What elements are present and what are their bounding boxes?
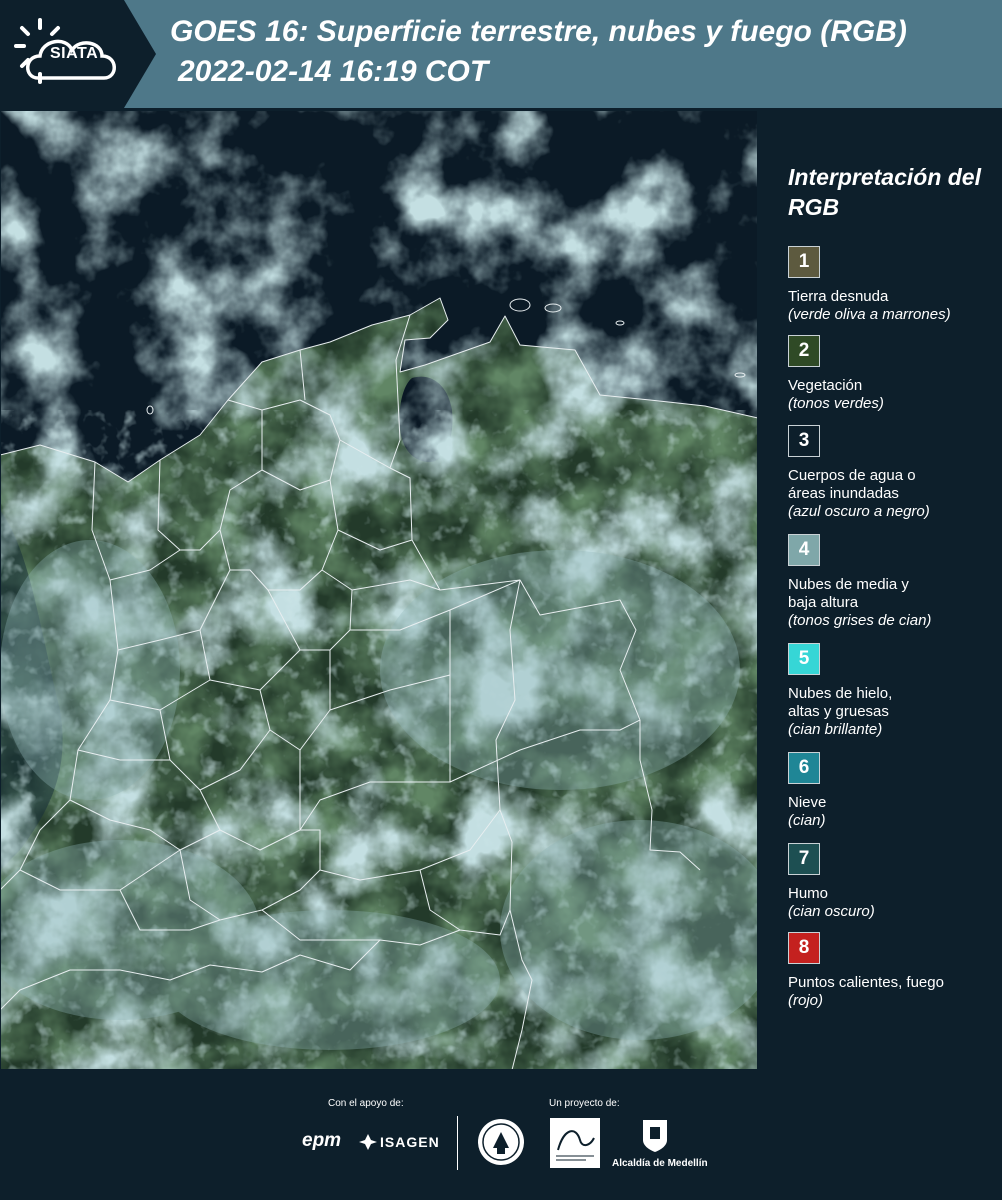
legend-note: (rojo) — [788, 992, 824, 1009]
legend-note: (cian brillante) — [788, 721, 883, 738]
legend-item-snow: 6 Nieve (cian) — [788, 752, 998, 830]
legend-item-hotspots: 8 Puntos calientes, fuego (rojo) — [788, 932, 998, 1010]
legend-label: Nubes de media y baja altura — [788, 576, 909, 611]
legend-note: (tonos verdes) — [788, 395, 884, 412]
legend-label: Nieve — [788, 794, 827, 811]
isagen-logo-icon — [359, 1134, 377, 1150]
legend-label: Vegetación — [788, 377, 863, 394]
area-metropolitana-logo-icon — [550, 1118, 600, 1168]
support-caption: Con el apoyo de: — [328, 1098, 404, 1109]
legend-swatch: 3 — [788, 425, 820, 457]
legend-swatch: 5 — [788, 643, 820, 675]
legend-item-ice-clouds: 5 Nubes de hielo, altas y gruesas (cian … — [788, 643, 998, 739]
legend-title: Interpretación del RGB — [788, 164, 981, 220]
legend-label: Puntos calientes, fuego — [788, 974, 944, 991]
legend-item-smoke: 7 Humo (cian oscuro) — [788, 843, 998, 921]
epm-logo: epm — [302, 1130, 342, 1151]
alcaldia-medellin-shield-icon — [643, 1120, 667, 1152]
legend-label: Cuerpos de agua o áreas inundadas — [788, 467, 916, 502]
legend-swatch: 2 — [788, 335, 820, 367]
header: SIATA GOES 16: Superficie terrestre, nub… — [0, 0, 1002, 108]
footer-divider — [457, 1116, 458, 1170]
timestamp: 2022-02-14 16:19 COT — [178, 55, 489, 88]
satellite-map[interactable] — [0, 110, 758, 1070]
legend-note: (verde oliva a marrones) — [788, 306, 951, 323]
legend-note: (cian) — [788, 812, 826, 829]
satellite-image — [0, 110, 758, 1070]
legend-swatch: 4 — [788, 534, 820, 566]
legend-swatch: 8 — [788, 932, 820, 964]
legend-swatch: 6 — [788, 752, 820, 784]
legend-label: Tierra desnuda — [788, 288, 889, 305]
legend-item-bare-soil: 1 Tierra desnuda (verde oliva a marrones… — [788, 246, 998, 324]
project-caption: Un proyecto de: — [549, 1098, 620, 1109]
page-title: GOES 16: Superficie terrestre, nubes y f… — [170, 15, 907, 48]
legend-note: (cian oscuro) — [788, 903, 875, 920]
legend-swatch: 1 — [788, 246, 820, 278]
isagen-logo: ISAGEN — [380, 1134, 440, 1150]
legend-item-vegetation: 2 Vegetación (tonos verdes) — [788, 335, 998, 413]
alcaldia-medellin-label: Alcaldía de Medellín — [612, 1158, 708, 1169]
siata-logo-text: SIATA — [50, 45, 99, 62]
footer: Con el apoyo de: Un proyecto de: epm ISA… — [0, 1070, 1002, 1200]
legend-note: (tonos grises de cian) — [788, 612, 932, 629]
rgb-legend: Interpretación del RGB 1 Tierra desnuda … — [774, 110, 1002, 1070]
legend-item-water: 3 Cuerpos de agua o áreas inundadas (azu… — [788, 425, 998, 521]
legend-swatch: 7 — [788, 843, 820, 875]
legend-item-low-clouds: 4 Nubes de media y baja altura (tonos gr… — [788, 534, 998, 630]
university-seal-icon — [478, 1119, 524, 1165]
legend-label: Nubes de hielo, altas y gruesas — [788, 685, 893, 720]
legend-label: Humo — [788, 885, 829, 902]
legend-note: (azul oscuro a negro) — [788, 503, 930, 520]
